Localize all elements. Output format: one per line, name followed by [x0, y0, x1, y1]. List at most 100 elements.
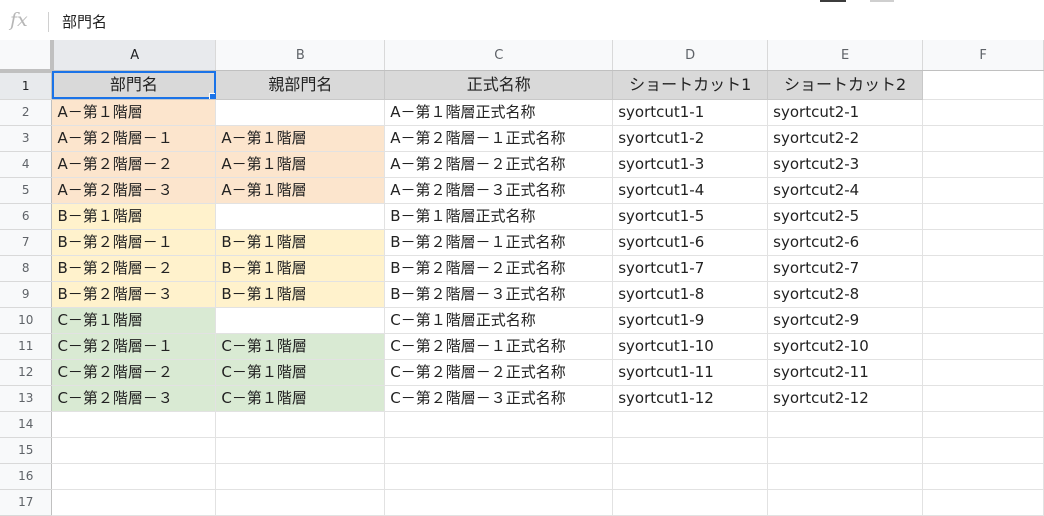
cell-d1[interactable]: ショートカット1	[612, 70, 769, 100]
cell-f7[interactable]	[922, 229, 1044, 256]
cell-e17[interactable]	[767, 489, 924, 516]
cell-c17[interactable]	[384, 489, 614, 516]
cell-b8[interactable]: B－第１階層	[215, 255, 386, 282]
cell-c8[interactable]: B－第２階層－２正式名称	[384, 255, 614, 282]
cell-d11[interactable]: syortcut1-10	[612, 333, 769, 360]
cell-a7[interactable]: B－第２階層－１	[51, 229, 217, 256]
cell-c1[interactable]: 正式名称	[384, 70, 614, 100]
cell-d9[interactable]: syortcut1-8	[612, 281, 769, 308]
cell-c10[interactable]: C－第１階層正式名称	[384, 307, 614, 334]
cell-f12[interactable]	[922, 359, 1044, 386]
cell-b2[interactable]	[215, 99, 386, 126]
cell-f1[interactable]	[922, 70, 1044, 100]
cell-d2[interactable]: syortcut1-1	[612, 99, 769, 126]
select-all-corner[interactable]	[0, 40, 54, 73]
cell-e13[interactable]: syortcut2-12	[767, 385, 924, 412]
cell-f17[interactable]	[922, 489, 1044, 516]
row-header-8[interactable]: 8	[0, 255, 53, 282]
cell-e7[interactable]: syortcut2-6	[767, 229, 924, 256]
cell-d3[interactable]: syortcut1-2	[612, 125, 769, 152]
cell-c15[interactable]	[384, 437, 614, 464]
cell-a3[interactable]: A－第２階層－１	[51, 125, 217, 152]
cell-d13[interactable]: syortcut1-12	[612, 385, 769, 412]
cell-e4[interactable]: syortcut2-3	[767, 151, 924, 178]
cell-d14[interactable]	[612, 411, 769, 438]
cell-b14[interactable]	[215, 411, 386, 438]
row-header-3[interactable]: 3	[0, 125, 53, 152]
spreadsheet-grid[interactable]: A B C D E F 1 部門名 親部門名 正式名称 ショートカット1 ショートカット2…	[0, 40, 1044, 516]
cell-e16[interactable]	[767, 463, 924, 490]
cell-e3[interactable]: syortcut2-2	[767, 125, 924, 152]
cell-e5[interactable]: syortcut2-4	[767, 177, 924, 204]
column-header-f[interactable]: F	[922, 40, 1044, 71]
cell-e1[interactable]: ショートカット2	[767, 70, 924, 100]
cell-a1[interactable]: 部門名	[51, 70, 217, 100]
cell-e6[interactable]: syortcut2-5	[767, 203, 924, 230]
cell-d15[interactable]	[612, 437, 769, 464]
cell-c9[interactable]: B－第２階層－３正式名称	[384, 281, 614, 308]
cell-c14[interactable]	[384, 411, 614, 438]
cell-c5[interactable]: A－第２階層－３正式名称	[384, 177, 614, 204]
cell-b4[interactable]: A－第１階層	[215, 151, 386, 178]
cell-a12[interactable]: C－第２階層－２	[51, 359, 217, 386]
cell-c2[interactable]: A－第１階層正式名称	[384, 99, 614, 126]
cell-b15[interactable]	[215, 437, 386, 464]
cell-e2[interactable]: syortcut2-1	[767, 99, 924, 126]
row-header-4[interactable]: 4	[0, 151, 53, 178]
cell-c4[interactable]: A－第２階層－２正式名称	[384, 151, 614, 178]
cell-b12[interactable]: C－第１階層	[215, 359, 386, 386]
cell-a4[interactable]: A－第２階層－２	[51, 151, 217, 178]
row-header-12[interactable]: 12	[0, 359, 53, 386]
cell-f16[interactable]	[922, 463, 1044, 490]
cell-f6[interactable]	[922, 203, 1044, 230]
column-header-e[interactable]: E	[767, 40, 924, 71]
cell-c11[interactable]: C－第２階層－１正式名称	[384, 333, 614, 360]
cell-b6[interactable]	[215, 203, 386, 230]
row-header-6[interactable]: 6	[0, 203, 53, 230]
cell-d10[interactable]: syortcut1-9	[612, 307, 769, 334]
cell-a10[interactable]: C－第１階層	[51, 307, 217, 334]
cell-b1[interactable]: 親部門名	[215, 70, 386, 100]
row-header-7[interactable]: 7	[0, 229, 53, 256]
cell-f3[interactable]	[922, 125, 1044, 152]
cell-e8[interactable]: syortcut2-7	[767, 255, 924, 282]
cell-c6[interactable]: B－第１階層正式名称	[384, 203, 614, 230]
cell-b13[interactable]: C－第１階層	[215, 385, 386, 412]
cell-a14[interactable]	[51, 411, 217, 438]
cell-a5[interactable]: A－第２階層－３	[51, 177, 217, 204]
row-header-17[interactable]: 17	[0, 489, 53, 516]
cell-b11[interactable]: C－第１階層	[215, 333, 386, 360]
cell-c3[interactable]: A－第２階層－１正式名称	[384, 125, 614, 152]
cell-d12[interactable]: syortcut1-11	[612, 359, 769, 386]
cell-e14[interactable]	[767, 411, 924, 438]
cell-f13[interactable]	[922, 385, 1044, 412]
cell-a6[interactable]: B－第１階層	[51, 203, 217, 230]
cell-f4[interactable]	[922, 151, 1044, 178]
cell-d17[interactable]	[612, 489, 769, 516]
formula-input[interactable]: 部門名	[62, 12, 107, 32]
cell-f11[interactable]	[922, 333, 1044, 360]
cell-a17[interactable]	[51, 489, 217, 516]
cell-f8[interactable]	[922, 255, 1044, 282]
cell-c7[interactable]: B－第２階層－１正式名称	[384, 229, 614, 256]
cell-c13[interactable]: C－第２階層－３正式名称	[384, 385, 614, 412]
cell-e12[interactable]: syortcut2-11	[767, 359, 924, 386]
cell-a2[interactable]: A－第１階層	[51, 99, 217, 126]
cell-f5[interactable]	[922, 177, 1044, 204]
cell-b10[interactable]	[215, 307, 386, 334]
fill-handle[interactable]	[209, 92, 215, 99]
cell-f9[interactable]	[922, 281, 1044, 308]
cell-d5[interactable]: syortcut1-4	[612, 177, 769, 204]
cell-a16[interactable]	[51, 463, 217, 490]
cell-a15[interactable]	[51, 437, 217, 464]
row-header-2[interactable]: 2	[0, 99, 53, 126]
row-header-16[interactable]: 16	[0, 463, 53, 490]
cell-a9[interactable]: B－第２階層－３	[51, 281, 217, 308]
column-header-c[interactable]: C	[384, 40, 614, 71]
cell-f14[interactable]	[922, 411, 1044, 438]
row-header-1[interactable]: 1	[0, 70, 53, 100]
cell-f10[interactable]	[922, 307, 1044, 334]
cell-c12[interactable]: C－第２階層－２正式名称	[384, 359, 614, 386]
row-header-15[interactable]: 15	[0, 437, 53, 464]
cell-d8[interactable]: syortcut1-7	[612, 255, 769, 282]
